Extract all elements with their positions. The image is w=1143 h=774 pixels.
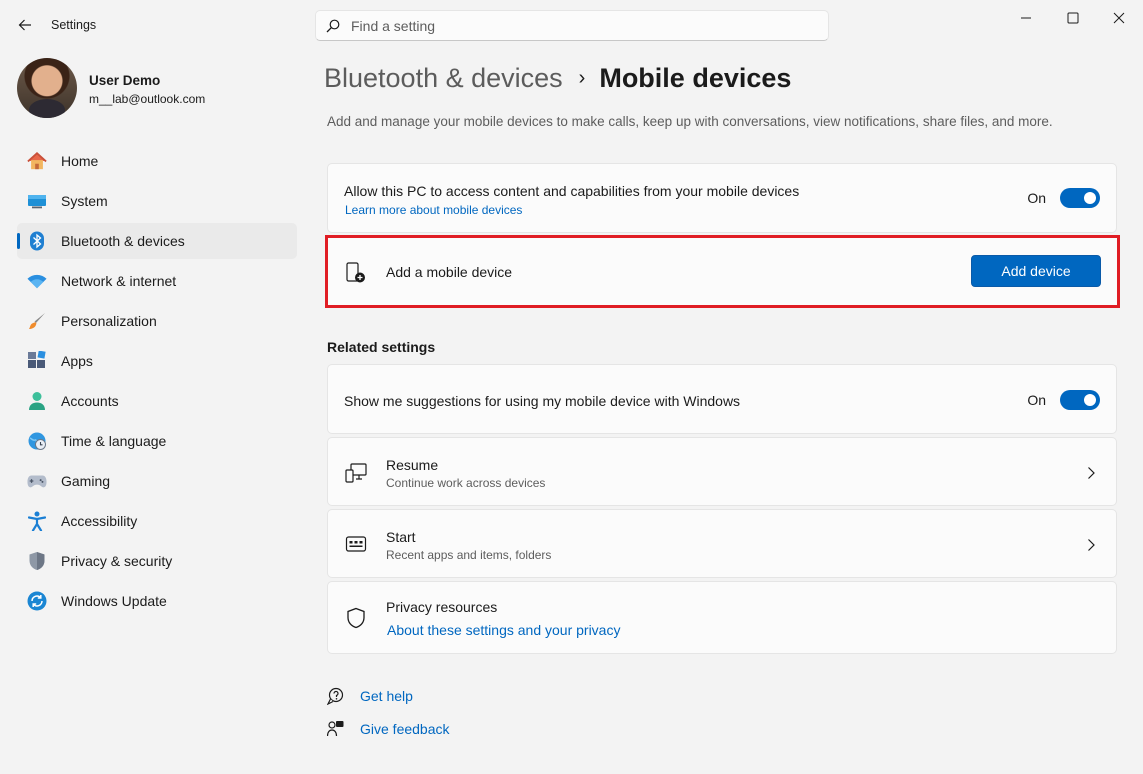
get-help-link[interactable]: Get help (327, 687, 413, 705)
start-menu-icon (345, 533, 367, 555)
back-button[interactable] (14, 14, 36, 36)
bluetooth-icon (27, 231, 47, 251)
accounts-icon (27, 391, 47, 411)
sidebar-item-windows-update[interactable]: Windows Update (17, 583, 297, 619)
sidebar-item-label: Accessibility (61, 513, 138, 529)
suggestions-toggle[interactable] (1060, 390, 1100, 410)
resume-title: Resume (386, 457, 439, 473)
access-toggle-state: On (1027, 190, 1046, 206)
learn-more-link[interactable]: Learn more about mobile devices (345, 203, 522, 217)
access-setting-card: Allow this PC to access content and capa… (327, 163, 1117, 233)
shield-outline-icon (345, 607, 367, 629)
maximize-icon (1067, 12, 1079, 24)
help-chat-icon (327, 687, 344, 705)
home-icon (27, 151, 47, 171)
close-icon (1113, 12, 1125, 24)
feedback-icon (327, 721, 344, 737)
sidebar-item-label: Personalization (61, 313, 157, 329)
start-card[interactable]: Start Recent apps and items, folders (327, 509, 1117, 578)
page-description: Add and manage your mobile devices to ma… (327, 114, 1053, 129)
wifi-icon (27, 271, 47, 291)
access-setting-title: Allow this PC to access content and capa… (344, 183, 800, 199)
suggestions-title: Show me suggestions for using my mobile … (344, 393, 741, 409)
maximize-button[interactable] (1053, 6, 1093, 30)
chevron-right-icon (1088, 467, 1095, 479)
brush-icon (27, 311, 47, 331)
sidebar-item-label: Bluetooth & devices (61, 233, 185, 249)
suggestions-toggle-state: On (1027, 392, 1046, 408)
add-device-button[interactable]: Add device (971, 255, 1101, 287)
get-help-label: Get help (360, 688, 413, 704)
close-button[interactable] (1099, 6, 1139, 30)
start-title: Start (386, 529, 416, 545)
suggestions-card: Show me suggestions for using my mobile … (327, 364, 1117, 434)
start-subtitle: Recent apps and items, folders (386, 548, 552, 562)
sidebar-item-accessibility[interactable]: Accessibility (17, 503, 297, 539)
privacy-link[interactable]: About these settings and your privacy (387, 622, 620, 638)
profile-email: m__lab@outlook.com (89, 92, 206, 106)
access-toggle[interactable] (1060, 188, 1100, 208)
privacy-resources-card: Privacy resources About these settings a… (327, 581, 1117, 654)
globe-clock-icon (27, 431, 47, 451)
search-icon (326, 19, 340, 32)
sidebar-item-accounts[interactable]: Accounts (17, 383, 297, 419)
gamepad-icon (27, 471, 47, 491)
breadcrumb-parent[interactable]: Bluetooth & devices (324, 63, 563, 94)
suggestions-toggle-group: On (1027, 390, 1100, 410)
sidebar-item-network[interactable]: Network & internet (17, 263, 297, 299)
sidebar-item-label: System (61, 193, 108, 209)
access-toggle-group: On (1027, 188, 1100, 208)
sidebar-item-personalization[interactable]: Personalization (17, 303, 297, 339)
avatar (17, 58, 77, 118)
sidebar-item-apps[interactable]: Apps (17, 343, 297, 379)
sidebar-item-home[interactable]: Home (17, 143, 297, 179)
give-feedback-label: Give feedback (360, 721, 450, 737)
sidebar-item-gaming[interactable]: Gaming (17, 463, 297, 499)
sidebar-item-time-language[interactable]: Time & language (17, 423, 297, 459)
give-feedback-link[interactable]: Give feedback (327, 720, 450, 738)
sidebar-item-privacy-security[interactable]: Privacy & security (17, 543, 297, 579)
add-phone-icon (345, 262, 367, 284)
add-mobile-device-card: Add a mobile device Add device (325, 235, 1120, 308)
sidebar-nav: Home System Bluetooth & devices Network … (17, 143, 297, 623)
privacy-resources-title: Privacy resources (386, 599, 498, 615)
sidebar-item-label: Time & language (61, 433, 167, 449)
shield-icon (27, 551, 47, 571)
minimize-icon (1021, 17, 1031, 19)
resume-card[interactable]: Resume Continue work across devices (327, 437, 1117, 506)
search-box[interactable]: Find a setting (315, 10, 829, 41)
sidebar-item-label: Home (61, 153, 99, 169)
update-icon (27, 591, 47, 611)
sidebar-item-label: Windows Update (61, 593, 167, 609)
add-mobile-device-title: Add a mobile device (386, 264, 513, 280)
breadcrumb: Bluetooth & devices › Mobile devices (324, 58, 791, 98)
sidebar-item-label: Privacy & security (61, 553, 173, 569)
chevron-right-icon (1088, 539, 1095, 551)
system-icon (27, 191, 47, 211)
sidebar-item-label: Accounts (61, 393, 119, 409)
resume-devices-icon (345, 461, 367, 483)
app-title: Settings (51, 18, 97, 32)
resume-subtitle: Continue work across devices (386, 476, 546, 490)
sidebar-item-label: Gaming (61, 473, 111, 489)
title-bar: Settings Find a setting (0, 0, 1143, 50)
sidebar-item-bluetooth-devices[interactable]: Bluetooth & devices (17, 223, 297, 259)
related-settings-heading: Related settings (327, 339, 436, 355)
sidebar-item-label: Apps (61, 353, 93, 369)
accessibility-icon (27, 511, 47, 531)
page-title: Mobile devices (599, 62, 792, 93)
sidebar-item-label: Network & internet (61, 273, 177, 289)
profile-name: User Demo (89, 73, 161, 88)
breadcrumb-separator: › (578, 66, 586, 89)
user-profile[interactable]: User Demo m__lab@outlook.com (17, 58, 297, 118)
search-input[interactable]: Find a setting (351, 18, 435, 34)
sidebar-item-system[interactable]: System (17, 183, 297, 219)
back-arrow-icon (18, 19, 31, 31)
minimize-button[interactable] (1006, 6, 1046, 30)
apps-icon (27, 351, 47, 371)
